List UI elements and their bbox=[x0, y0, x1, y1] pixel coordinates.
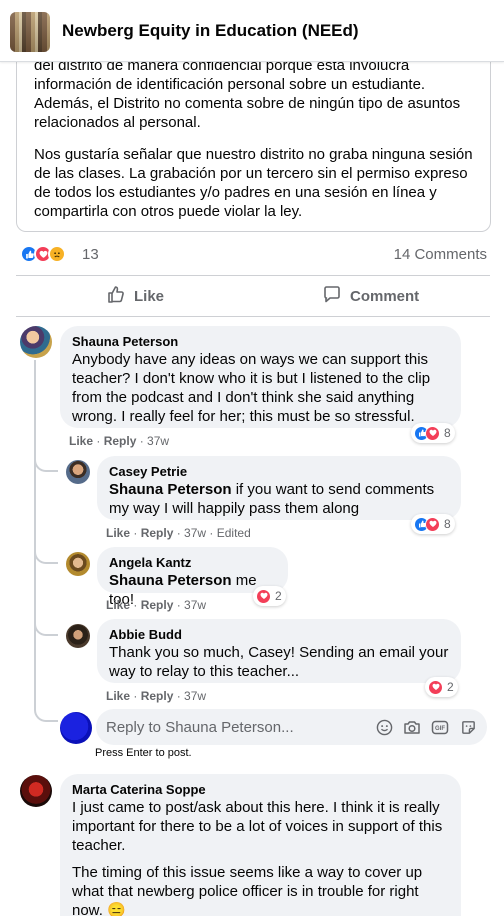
comment-text: Shauna Peterson if you want to send comm… bbox=[109, 481, 435, 517]
group-header: Newberg Equity in Education (NEEd) bbox=[0, 0, 504, 62]
avatar[interactable] bbox=[20, 326, 52, 358]
comment-author[interactable]: Angela Kantz bbox=[109, 555, 276, 571]
comment-reactions[interactable]: 8 bbox=[411, 423, 455, 443]
reaction-count: 2 bbox=[275, 589, 282, 603]
shared-post-body: del distrito de manera confidencial porq… bbox=[16, 57, 491, 232]
reply-input[interactable] bbox=[106, 709, 356, 745]
comment-reply-link[interactable]: Reply bbox=[141, 689, 174, 703]
svg-text:GIF: GIF bbox=[435, 726, 445, 732]
comment-reply-link[interactable]: Reply bbox=[141, 526, 174, 540]
comment-icon bbox=[322, 284, 350, 308]
comment-bubble: Casey Petrie Shauna Peterson if you want… bbox=[97, 456, 461, 520]
camera-icon[interactable] bbox=[403, 718, 421, 736]
comment-time[interactable]: 37w bbox=[147, 434, 169, 448]
thumbs-up-icon bbox=[106, 284, 134, 308]
post-paragraph: del distrito de manera confidencial porq… bbox=[34, 57, 461, 131]
emoji-icon[interactable] bbox=[375, 718, 393, 736]
press-enter-hint: Press Enter to post. bbox=[95, 747, 192, 759]
comment-like-link[interactable]: Like bbox=[106, 526, 130, 540]
comment-like-link[interactable]: Like bbox=[69, 434, 93, 448]
comment-time[interactable]: 37w bbox=[184, 689, 206, 703]
reply-box: GIF bbox=[96, 709, 487, 745]
current-user-avatar bbox=[60, 712, 92, 744]
group-avatar[interactable] bbox=[10, 12, 50, 52]
reaction-icons[interactable] bbox=[20, 245, 76, 263]
comment-reactions[interactable]: 8 bbox=[411, 514, 455, 534]
comment-actions: Like · Reply · 37w · Edited bbox=[106, 526, 251, 540]
reaction-count[interactable]: 13 bbox=[82, 246, 99, 263]
comment-reply-link[interactable]: Reply bbox=[141, 598, 174, 612]
sad-icon bbox=[48, 245, 66, 263]
comment-text: Thank you so much, Casey! Sending an ema… bbox=[109, 644, 449, 680]
love-icon bbox=[256, 588, 271, 604]
mention-tag[interactable]: Shauna Peterson bbox=[109, 572, 232, 589]
comment-actions: Like · Reply · 37w bbox=[69, 434, 170, 448]
like-button[interactable]: Like bbox=[106, 276, 164, 316]
edited-label[interactable]: Edited bbox=[217, 526, 251, 540]
comment-bubble: Shauna Peterson Anybody have any ideas o… bbox=[60, 326, 461, 428]
avatar[interactable] bbox=[66, 624, 90, 648]
reaction-count: 8 bbox=[444, 426, 451, 440]
comment-text: Anybody have any ideas on ways we can su… bbox=[72, 351, 431, 425]
thread-connector bbox=[34, 618, 58, 636]
comment-reactions[interactable]: 2 bbox=[425, 677, 458, 697]
post-paragraph: Nos gustaría señalar que nuestro distrit… bbox=[34, 146, 473, 220]
comment-reactions[interactable]: 2 bbox=[253, 586, 286, 606]
comment-like-link[interactable]: Like bbox=[106, 598, 130, 612]
comment-actions: Like · Reply · 37w bbox=[106, 598, 207, 612]
post-card: Newberg Equity in Education (NEEd) del d… bbox=[0, 0, 504, 916]
reaction-count: 2 bbox=[447, 680, 454, 694]
thread-connector bbox=[34, 546, 58, 564]
reaction-count: 8 bbox=[444, 517, 451, 531]
comment-text: I just came to post/ask about this here.… bbox=[72, 799, 443, 854]
avatar[interactable] bbox=[66, 552, 90, 576]
comment-like-link[interactable]: Like bbox=[106, 689, 130, 703]
post-actions: Like Comment bbox=[16, 275, 490, 317]
love-icon bbox=[425, 516, 440, 532]
comment-author[interactable]: Shauna Peterson bbox=[72, 334, 449, 350]
comment-reply-link[interactable]: Reply bbox=[104, 434, 137, 448]
comment-bubble: Abbie Budd Thank you so much, Casey! Sen… bbox=[97, 619, 461, 683]
love-icon bbox=[428, 679, 443, 695]
comment-time[interactable]: 37w bbox=[184, 598, 206, 612]
thread-connector bbox=[34, 454, 58, 472]
comment-bubble: Marta Caterina Soppe I just came to post… bbox=[60, 774, 461, 916]
comment-author[interactable]: Marta Caterina Soppe bbox=[72, 782, 449, 798]
group-title[interactable]: Newberg Equity in Education (NEEd) bbox=[62, 21, 359, 41]
love-icon bbox=[425, 425, 440, 441]
comment-time[interactable]: 37w bbox=[184, 526, 206, 540]
like-button-label: Like bbox=[134, 287, 165, 305]
thread-line bbox=[34, 360, 36, 698]
comments-count[interactable]: 14 Comments bbox=[394, 246, 487, 263]
comment-author[interactable]: Casey Petrie bbox=[109, 464, 449, 480]
reactions-summary: 13 14 Comments bbox=[20, 243, 490, 265]
comment-actions: Like · Reply · 37w bbox=[106, 689, 207, 703]
avatar[interactable] bbox=[20, 775, 52, 807]
avatar[interactable] bbox=[66, 460, 90, 484]
thread-connector bbox=[34, 698, 58, 722]
gif-icon[interactable]: GIF bbox=[431, 718, 449, 736]
comment-author[interactable]: Abbie Budd bbox=[109, 627, 449, 643]
comment-button[interactable]: Comment bbox=[322, 276, 419, 316]
mention-tag[interactable]: Shauna Peterson bbox=[109, 481, 232, 498]
comment-button-label: Comment bbox=[350, 287, 420, 305]
comment-text: The timing of this issue seems like a wa… bbox=[72, 864, 423, 916]
sticker-icon[interactable] bbox=[459, 718, 477, 736]
